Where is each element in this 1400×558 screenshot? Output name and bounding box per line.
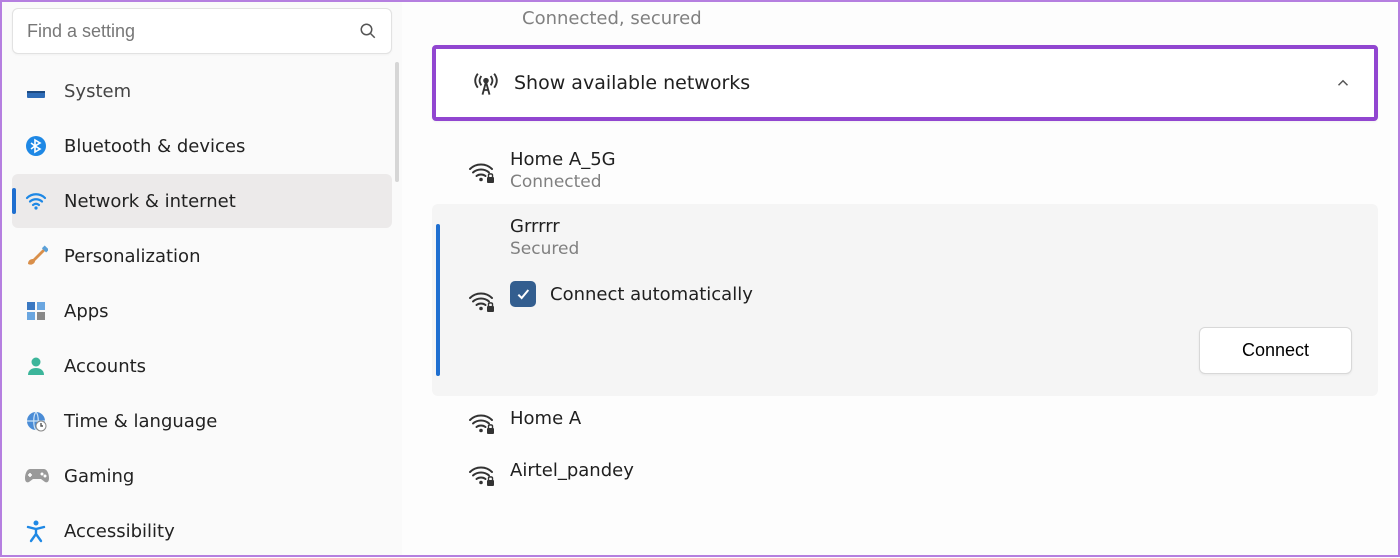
network-name: Grrrrr [510,216,1356,237]
sidebar-item-gaming[interactable]: Gaming [12,449,392,503]
network-name: Airtel_pandey [510,460,1356,481]
wifi-secured-icon [454,460,510,488]
wifi-secured-icon [454,216,510,384]
search-input[interactable] [27,21,359,42]
wifi-icon [24,189,48,213]
current-network-status: Connected, secured [432,2,1378,45]
network-row-selected[interactable]: Grrrrr Secured Connect automatically Con… [432,204,1378,396]
sidebar-item-accounts[interactable]: Accounts [12,339,392,393]
network-name: Home A [510,408,1356,429]
network-row[interactable]: Home A_5G Connected [432,137,1378,204]
search-icon [359,22,377,40]
main-content: Connected, secured Show available networ… [402,2,1398,555]
expand-label: Show available networks [514,72,1334,94]
bluetooth-icon [24,134,48,158]
sidebar-item-apps[interactable]: Apps [12,284,392,338]
nav-label: Accessibility [64,521,175,542]
nav-label: System [64,81,131,102]
nav-label: Time & language [64,411,217,432]
sidebar-item-accessibility[interactable]: Accessibility [12,504,392,558]
nav-label: Accounts [64,356,146,377]
network-status: Secured [510,239,1356,259]
network-row[interactable]: Home A [432,396,1378,448]
sidebar-item-system[interactable]: System [12,64,392,118]
wifi-secured-icon [454,408,510,436]
network-name: Home A_5G [510,149,1356,170]
available-networks-list: Home A_5G Connected Grrrrr Secured Conne… [432,137,1378,500]
gaming-icon [24,466,50,486]
search-box[interactable] [12,8,392,54]
antenna-icon [458,69,514,97]
connect-button[interactable]: Connect [1199,327,1352,374]
sidebar-item-personalization[interactable]: Personalization [12,229,392,283]
sidebar-item-time-language[interactable]: Time & language [12,394,392,448]
nav-label: Personalization [64,246,200,267]
sidebar-scrollbar[interactable] [395,62,399,182]
accessibility-icon [24,519,48,543]
apps-icon [24,299,48,323]
chevron-up-icon [1334,74,1352,92]
connect-automatically-checkbox[interactable] [510,281,536,307]
settings-sidebar: System Bluetooth & devices Network & int… [2,2,402,555]
time-language-icon [24,409,48,433]
system-icon [24,79,48,103]
network-row[interactable]: Airtel_pandey [432,448,1378,500]
connect-automatically-label: Connect automatically [550,284,753,305]
nav-label: Network & internet [64,191,236,212]
accounts-icon [24,354,48,378]
nav-label: Bluetooth & devices [64,136,245,157]
sidebar-item-bluetooth[interactable]: Bluetooth & devices [12,119,392,173]
sidebar-item-network[interactable]: Network & internet [12,174,392,228]
wifi-secured-icon [454,149,510,192]
nav-label: Apps [64,301,109,322]
brush-icon [24,244,48,268]
show-available-networks-card[interactable]: Show available networks [432,45,1378,121]
network-status: Connected [510,172,1356,192]
nav-label: Gaming [64,466,134,487]
